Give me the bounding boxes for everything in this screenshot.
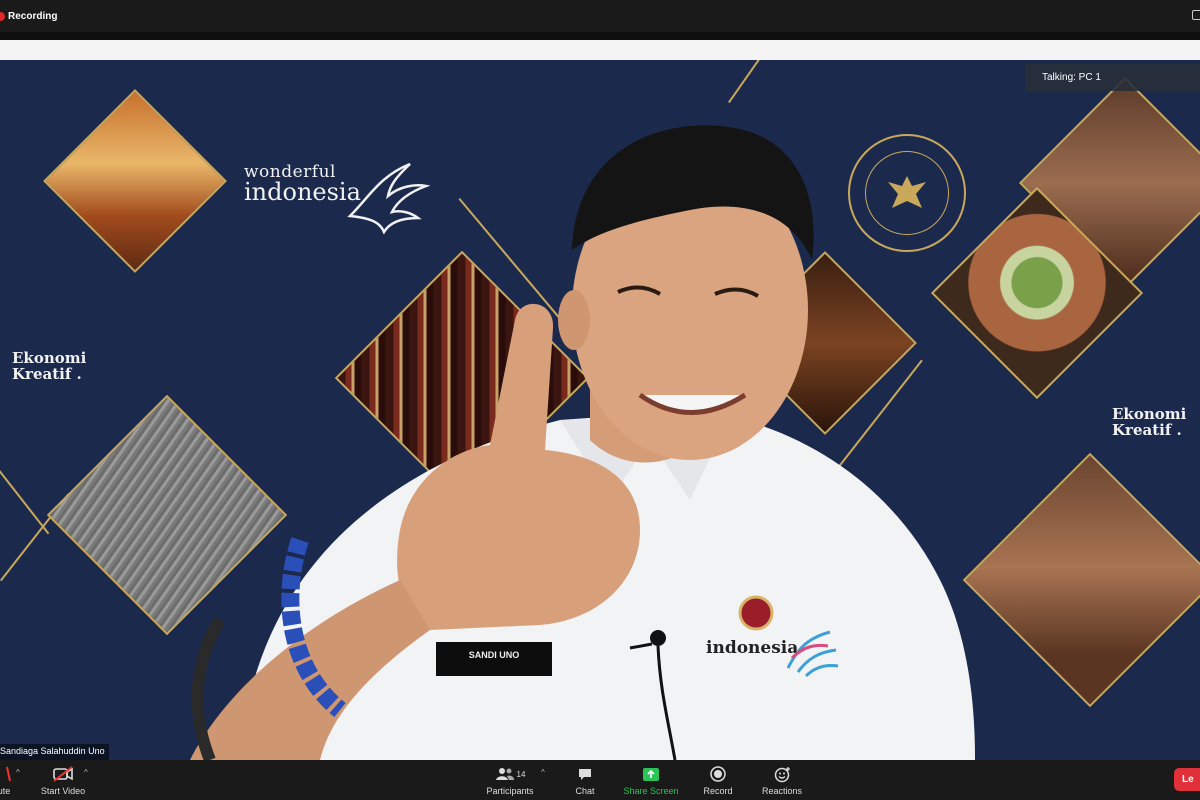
talking-indicator: Talking: PC 1: [1025, 64, 1200, 91]
participants-caret-icon[interactable]: ^: [541, 768, 545, 777]
reaction-smiley-icon: [774, 766, 790, 782]
chat-button[interactable]: Chat: [570, 760, 600, 800]
top-bar: Recording: [0, 0, 1200, 32]
chat-label: Chat: [575, 786, 595, 796]
share-screen-button[interactable]: Share Screen: [618, 760, 684, 800]
start-video-label: Start Video: [40, 786, 86, 796]
video-stage: wonderful indonesia Ekonomi Kreatif . Ek…: [0, 60, 1200, 760]
shared-content-strip: [0, 40, 1200, 60]
record-icon: [710, 766, 726, 782]
video-options-caret-icon[interactable]: ^: [84, 768, 88, 777]
video-camera-off-icon: [53, 766, 73, 782]
audio-options-caret-icon[interactable]: ^: [16, 768, 20, 777]
name-badge: SANDI UNO: [468, 650, 520, 660]
record-button[interactable]: Record: [700, 760, 736, 800]
top-separator: [0, 32, 1200, 40]
recording-dot-icon: [0, 11, 5, 21]
shirt-logo-swirl-icon: [786, 630, 839, 678]
reactions-button[interactable]: Reactions: [758, 760, 806, 800]
leave-button[interactable]: Le: [1174, 768, 1200, 791]
participant-name-tag: Sandiaga Salahuddin Uno: [0, 744, 109, 760]
chat-bubble-icon: [579, 768, 591, 780]
view-layout-icon[interactable]: [1192, 10, 1200, 20]
participants-label: Participants: [486, 786, 534, 796]
reactions-label: Reactions: [761, 786, 803, 796]
meeting-toolbar: ute ^ Start Video ^ 14 Participants ^ Ch…: [0, 760, 1200, 800]
start-video-button[interactable]: Start Video: [36, 760, 90, 800]
participants-button[interactable]: 14 Participants: [482, 760, 538, 800]
share-screen-icon: [643, 767, 659, 781]
recording-label: Recording: [8, 10, 58, 22]
mute-button[interactable]: ute: [0, 760, 14, 800]
mute-label: ute: [0, 786, 11, 796]
share-screen-label: Share Screen: [623, 786, 679, 796]
participants-count: 14: [516, 769, 526, 779]
participant-video-feed: [190, 125, 975, 760]
participants-icon: [495, 768, 514, 780]
recording-indicator[interactable]: Recording: [0, 11, 57, 22]
record-label: Record: [703, 786, 733, 796]
microphone-icon: [6, 766, 11, 782]
